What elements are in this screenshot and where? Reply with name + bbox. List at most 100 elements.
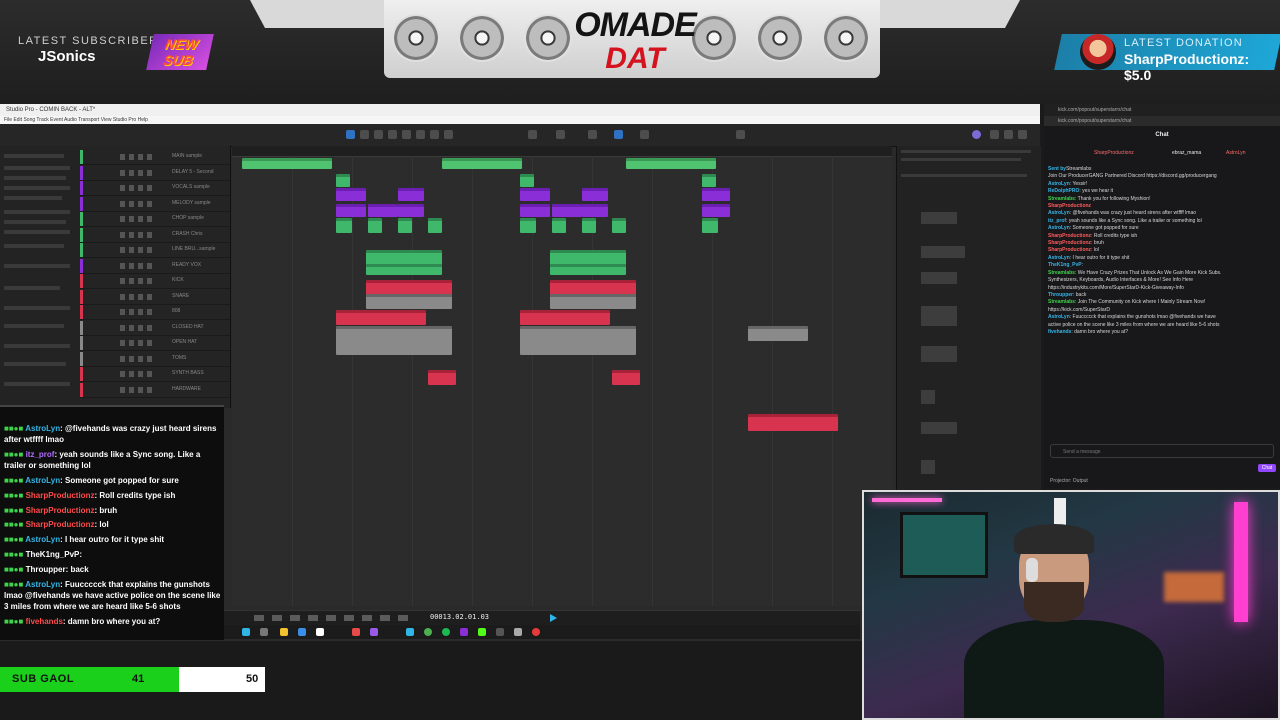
search-icon[interactable] (260, 628, 268, 636)
audio-clip[interactable] (520, 174, 534, 187)
midi-clip[interactable] (748, 414, 838, 431)
track-row[interactable]: LINE BRU...sample (80, 243, 230, 258)
audio-clip[interactable] (442, 158, 522, 169)
view-icon[interactable] (640, 130, 649, 139)
app-icon[interactable] (496, 628, 504, 636)
settings-icon[interactable] (990, 130, 999, 139)
range-tool-icon[interactable] (360, 130, 369, 139)
audio-clip[interactable] (702, 218, 718, 233)
audio-clip[interactable] (702, 174, 716, 187)
audio-clip[interactable] (702, 188, 730, 201)
start-icon[interactable] (242, 628, 250, 636)
arrow-tool-icon[interactable] (346, 130, 355, 139)
split-tool-icon[interactable] (374, 130, 383, 139)
track-row[interactable]: VOCALS sample (80, 181, 230, 196)
paint-tool-icon[interactable] (402, 130, 411, 139)
browse-icon[interactable] (1018, 130, 1027, 139)
chat-username[interactable]: ReDolphPRO (1048, 188, 1079, 194)
track-mute-solo-buttons[interactable] (120, 371, 154, 377)
audio-clip[interactable] (520, 188, 550, 201)
app-icon[interactable] (514, 628, 522, 636)
chat-username[interactable]: AstroLyn (1048, 314, 1070, 320)
track-row[interactable]: OPEN HAT (80, 336, 230, 351)
arrangement-view[interactable] (232, 146, 892, 606)
midi-clip[interactable] (520, 326, 636, 355)
audio-clip[interactable] (520, 218, 536, 233)
app-icon[interactable] (370, 628, 378, 636)
track-row[interactable]: CLOSED HAT (80, 320, 230, 336)
chat-username[interactable]: Throupper (1048, 292, 1073, 298)
chat-username[interactable]: SharpProductionz (1048, 240, 1091, 246)
chat-pinned-user[interactable]: SharpProductionz (1094, 150, 1134, 156)
snap-toggle-icon[interactable] (614, 130, 623, 139)
audio-clip[interactable] (368, 218, 382, 233)
grid-icon[interactable] (736, 130, 745, 139)
track-mute-solo-buttons[interactable] (120, 247, 154, 253)
browser-thumbnail[interactable] (921, 306, 957, 326)
user-avatar-icon[interactable] (972, 130, 981, 139)
chat-username[interactable]: TheK1ng_PvP (1048, 262, 1082, 268)
track-mute-solo-buttons[interactable] (120, 309, 154, 315)
track-row[interactable]: TOMS (80, 351, 230, 367)
track-mute-solo-buttons[interactable] (120, 200, 154, 207)
audio-clip[interactable] (552, 204, 582, 217)
track-mute-solo-buttons[interactable] (120, 216, 154, 222)
track-mute-solo-buttons[interactable] (120, 293, 154, 300)
audio-clip[interactable] (366, 264, 442, 275)
audio-clip[interactable] (582, 188, 608, 201)
audio-clip[interactable] (336, 188, 366, 201)
audio-clip[interactable] (552, 218, 566, 233)
track-row[interactable]: SYNTH BASS (80, 367, 230, 382)
app-icon[interactable] (298, 628, 306, 636)
track-mute-solo-buttons[interactable] (120, 340, 154, 346)
mix-icon[interactable] (1004, 130, 1013, 139)
midi-clip[interactable] (366, 294, 452, 309)
listen-tool-icon[interactable] (444, 130, 453, 139)
play-icon[interactable] (550, 614, 557, 622)
chat-username[interactable]: fivehands (1048, 329, 1071, 335)
audio-clip[interactable] (550, 250, 626, 265)
browser-thumbnail[interactable] (921, 272, 957, 284)
track-row[interactable]: DELAY 5 - Second (80, 165, 230, 181)
midi-clip[interactable] (550, 280, 636, 295)
audio-clip[interactable] (398, 204, 424, 217)
app-icon[interactable] (406, 628, 414, 636)
app-icon[interactable] (478, 628, 486, 636)
browser-thumbnail[interactable] (921, 460, 935, 474)
chat-username[interactable]: Streamlabs (1048, 270, 1075, 276)
browser-thumbnail[interactable] (921, 212, 957, 224)
track-mute-solo-buttons[interactable] (120, 324, 154, 331)
chat-username[interactable]: SharpProductionz (1048, 247, 1091, 253)
chat-input[interactable]: Send a message (1050, 444, 1274, 458)
chat-username[interactable]: Streamlabs (1048, 196, 1075, 202)
audio-clip[interactable] (428, 218, 442, 233)
track-mute-solo-buttons[interactable] (120, 355, 154, 362)
track-mute-solo-buttons[interactable] (120, 262, 154, 269)
chat-username[interactable]: SharpProductionz (1048, 233, 1091, 239)
audio-clip[interactable] (336, 174, 350, 187)
track-mute-solo-buttons[interactable] (120, 386, 154, 393)
address-bar[interactable]: kick.com/popout/superstarrx/chat (1044, 116, 1280, 126)
app-icon[interactable] (316, 628, 324, 636)
audio-clip[interactable] (336, 204, 366, 217)
track-row[interactable]: SNARE (80, 289, 230, 305)
audio-clip[interactable] (368, 204, 398, 217)
chat-username[interactable]: AstroLyn (1048, 255, 1070, 261)
audio-clip[interactable] (626, 158, 716, 169)
midi-clip[interactable] (748, 326, 808, 341)
track-mute-solo-buttons[interactable] (120, 169, 154, 176)
chat-username[interactable]: itz_prof (1048, 218, 1066, 224)
midi-clip[interactable] (520, 310, 610, 325)
track-row[interactable]: 808 (80, 305, 230, 320)
midi-clip[interactable] (612, 370, 640, 385)
browser-thumbnail[interactable] (921, 390, 935, 404)
track-mute-solo-buttons[interactable] (120, 231, 154, 238)
browser-thumbnail[interactable] (921, 346, 957, 362)
bend-tool-icon[interactable] (430, 130, 439, 139)
audio-clip[interactable] (398, 188, 424, 201)
chat-pinned-user[interactable]: AstroLyn (1226, 150, 1246, 156)
chat-username[interactable]: AstroLyn (1048, 210, 1070, 216)
quantize-icon[interactable] (528, 130, 537, 139)
audio-clip[interactable] (702, 204, 730, 217)
track-row[interactable]: CHOP sample (80, 212, 230, 227)
